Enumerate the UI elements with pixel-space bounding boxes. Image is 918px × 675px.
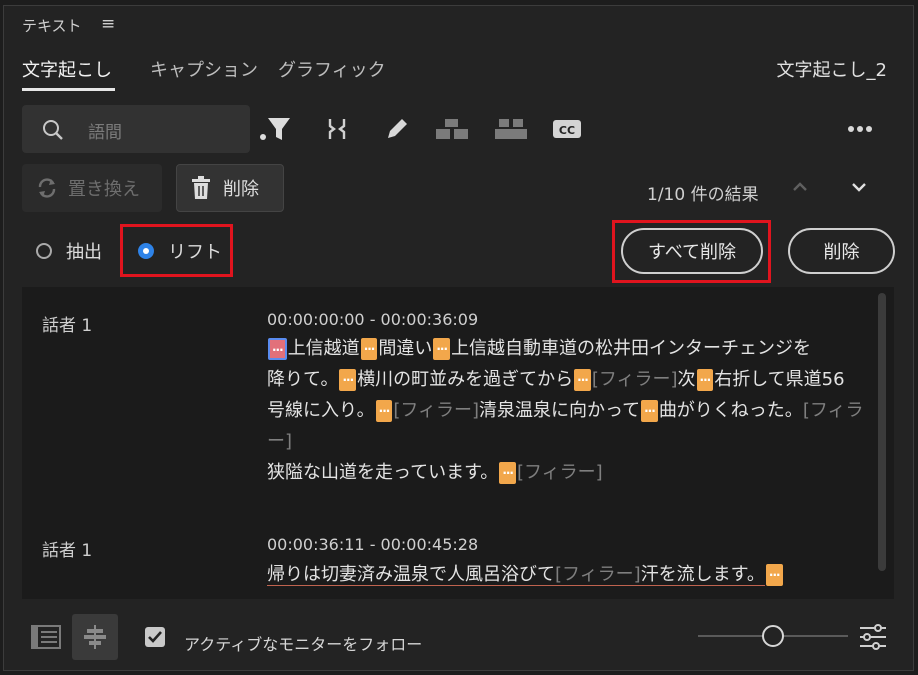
chevron-down-icon (852, 183, 866, 192)
lift-highlight-box (120, 224, 233, 277)
search-input[interactable]: 語間 (22, 105, 250, 153)
split-segment-icon[interactable] (432, 114, 472, 144)
extract-radio[interactable] (36, 243, 52, 259)
filter-icon[interactable] (256, 114, 296, 144)
pause-marker[interactable]: ··· (339, 369, 357, 391)
delete-label: 削除 (223, 179, 259, 200)
word[interactable]: 間違い (378, 338, 432, 359)
transcript-scrollbar[interactable] (878, 293, 886, 571)
replace-icon (38, 178, 56, 198)
cc-icon[interactable]: CC (549, 114, 585, 144)
panel-title: テキスト (22, 17, 82, 35)
delete-all-highlight-box (612, 220, 771, 283)
text-panel: テキスト ≡ 文字起こし キャプション グラフィック 文字起こし_2 語間 CC… (3, 5, 914, 671)
pause-marker[interactable]: ··· (375, 400, 393, 422)
pause-marker[interactable]: ··· (574, 369, 591, 391)
pencil-icon[interactable] (381, 114, 413, 144)
align-center-icon (84, 625, 106, 649)
word[interactable]: 帰りは切妻済み温泉で人風呂浴びて (267, 564, 555, 585)
merge-segment-icon[interactable] (491, 114, 531, 144)
word[interactable]: 清泉温泉に向かって (479, 400, 640, 421)
pause-marker[interactable]: ··· (268, 338, 287, 360)
segment-text[interactable]: ··· 上信越道 ··· 間違い ··· 上信越自動車道の松井田インターチェンジを 降りて… (267, 333, 867, 488)
segment-timecode[interactable]: 00:00:00:00 - 00:00:36:09 (267, 310, 478, 329)
transcript-area: 話者 1 00:00:00:00 - 00:00:36:09 ··· 上信越道 ··… (22, 287, 894, 599)
timeline-sync-button[interactable] (72, 614, 118, 660)
pause-marker[interactable]: ··· (499, 462, 516, 484)
zoom-slider-handle[interactable] (762, 625, 784, 647)
search-results-count: 1/10 件の結果 (647, 185, 759, 205)
checkmark-icon (148, 631, 162, 643)
transcript-view-icon[interactable] (28, 619, 64, 655)
trash-icon (192, 176, 210, 199)
next-result-button[interactable] (846, 174, 872, 200)
more-icon[interactable] (842, 114, 878, 144)
segment-timecode[interactable]: 00:00:36:11 - 00:00:45:28 (267, 535, 478, 554)
word[interactable]: 曲がりくねった。 (659, 400, 803, 421)
segment-text[interactable]: 帰りは切妻済み温泉で人風呂浴びて[フィラー]汗を流します。 ··· (267, 559, 867, 590)
follow-monitor-label: アクティブなモニターをフォロー (184, 635, 423, 654)
panel-menu-icon[interactable]: ≡ (101, 14, 115, 34)
pause-marker[interactable]: ··· (360, 338, 378, 360)
extract-label: 抽出 (66, 242, 102, 263)
word[interactable]: 右折して県道56 (714, 369, 844, 390)
word[interactable]: 号線に入り。 (267, 400, 375, 421)
word[interactable]: 狭隘な山道を走っています。 (267, 462, 498, 483)
speaker-label[interactable]: 話者 1 (42, 536, 92, 561)
panel-titlebar: テキスト ≡ (4, 6, 913, 44)
tab-captions[interactable]: キャプション (150, 56, 258, 82)
filler-word[interactable]: [フィラー] (592, 369, 678, 390)
filler-word[interactable]: [フィラー] (517, 462, 603, 483)
word[interactable]: 上信越自動車道の松井田インターチェンジを (451, 338, 811, 359)
word[interactable]: 上信越道 (288, 338, 360, 359)
word[interactable]: 次 (678, 369, 696, 390)
delete-button[interactable]: 削除 (176, 164, 284, 212)
word[interactable]: 横川の町並みを過ぎてから (357, 369, 573, 390)
word[interactable]: 汗を流します。 (641, 564, 765, 585)
search-icon (43, 120, 63, 140)
speaker-label[interactable]: 話者 1 (42, 311, 92, 336)
previous-result-button[interactable] (787, 174, 813, 200)
replace-button[interactable]: 置き換え (22, 164, 162, 212)
pause-marker[interactable]: ··· (696, 369, 714, 391)
filler-word[interactable]: [フィラー] (393, 400, 479, 421)
pause-marker[interactable]: ··· (765, 564, 783, 586)
delete-pill-button[interactable]: 削除 (788, 228, 895, 274)
word[interactable]: 降りて。 (267, 369, 338, 390)
pause-marker[interactable]: ··· (641, 400, 658, 422)
settings-sliders-icon[interactable] (858, 623, 888, 651)
extract-option[interactable]: 抽出 (36, 231, 102, 271)
tab-graphics[interactable]: グラフィック (278, 56, 386, 82)
filler-word[interactable]: [フィラー] (555, 564, 641, 585)
search-placeholder: 語間 (88, 123, 122, 143)
active-tab-indicator (22, 88, 115, 91)
replace-label: 置き換え (68, 179, 140, 200)
sequence-name[interactable]: 文字起こし_2 (777, 56, 887, 82)
pause-marker[interactable]: ··· (433, 338, 451, 360)
chevron-up-icon (793, 182, 807, 191)
svg-text:CC: CC (559, 124, 575, 137)
tab-bar: 文字起こし キャプション グラフィック 文字起こし_2 (4, 46, 913, 92)
tab-transcript[interactable]: 文字起こし (22, 56, 112, 82)
follow-monitor-checkbox[interactable] (145, 627, 165, 647)
merge-icon[interactable] (322, 114, 352, 144)
